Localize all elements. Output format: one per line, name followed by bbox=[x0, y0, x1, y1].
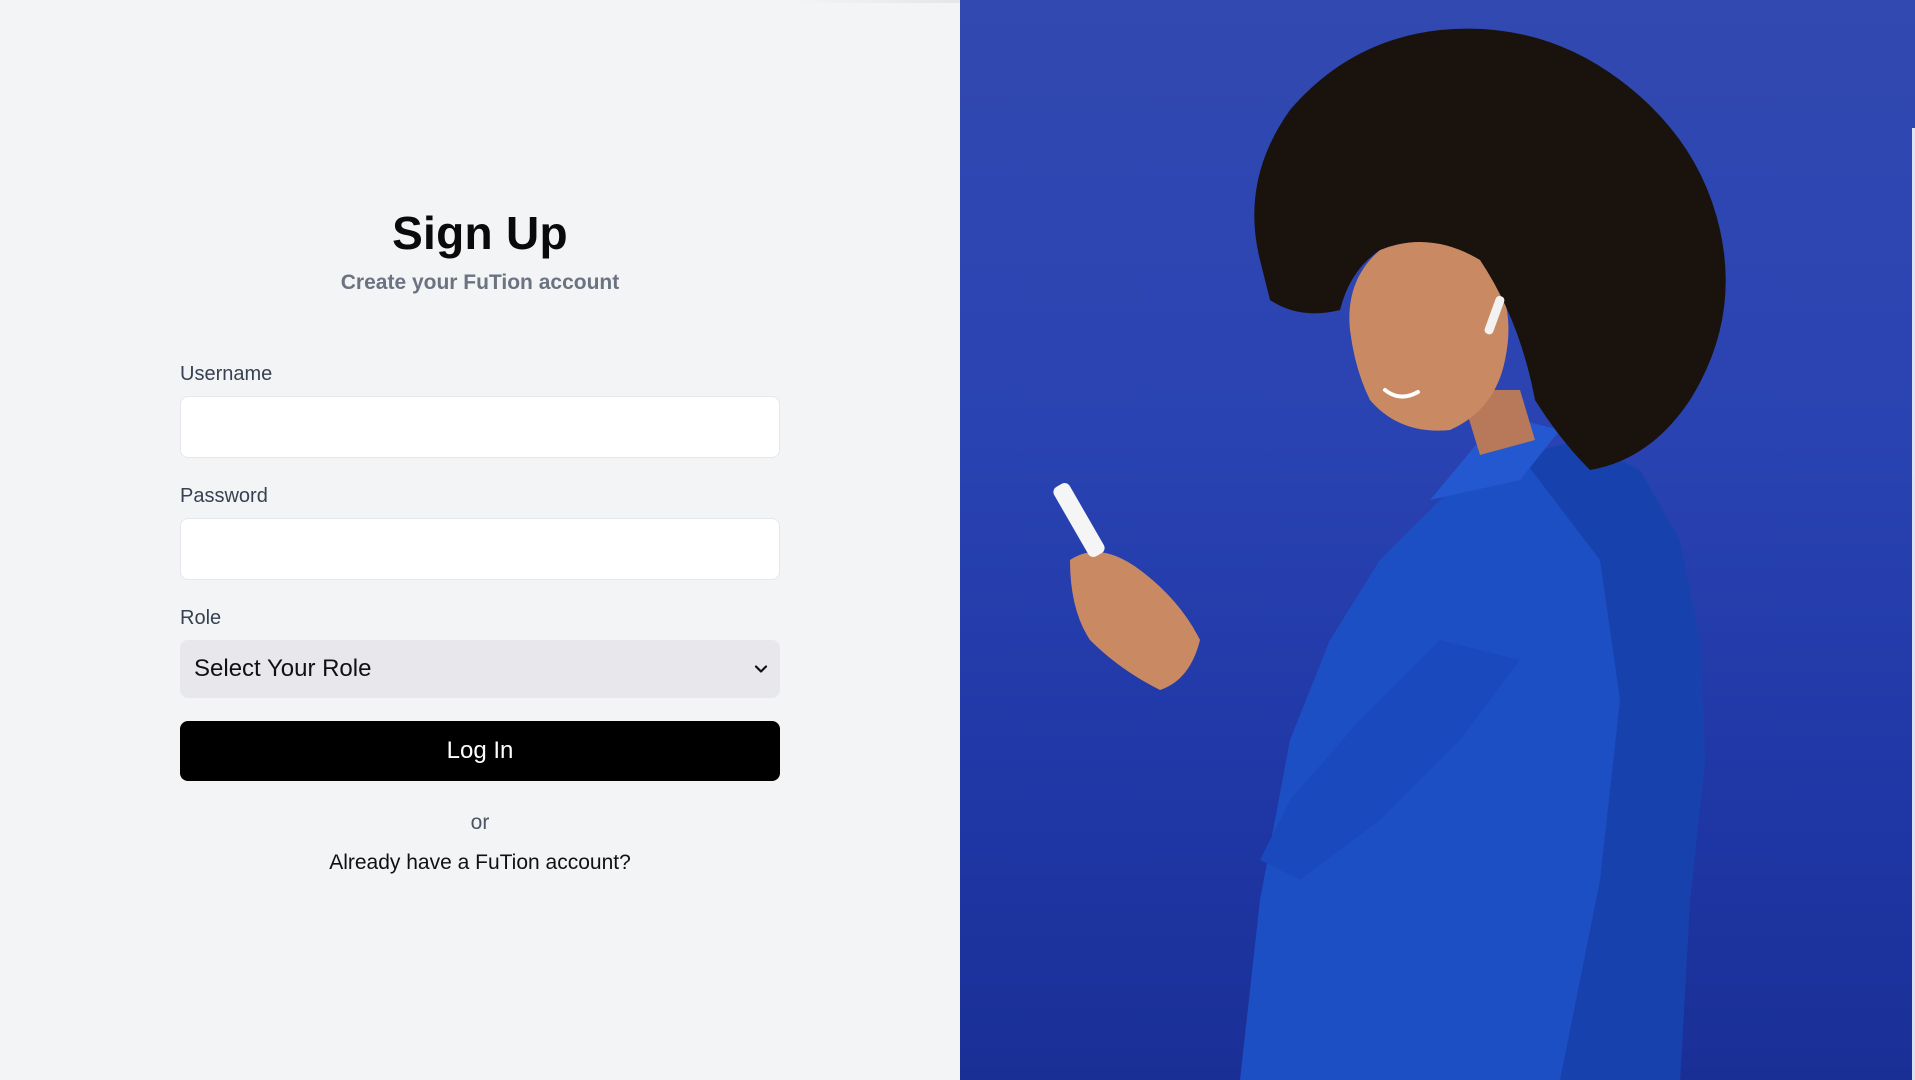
role-group: Role Select Your Role bbox=[180, 607, 780, 698]
username-input[interactable] bbox=[180, 396, 780, 458]
role-select[interactable]: Select Your Role bbox=[180, 640, 780, 698]
page-subtitle: Create your FuTion account bbox=[340, 271, 620, 294]
phone-shape bbox=[1053, 483, 1105, 557]
existing-account-link[interactable]: Already have a FuTion account? bbox=[180, 851, 780, 875]
hero-photo bbox=[1053, 28, 1726, 1080]
login-button[interactable]: Log In bbox=[180, 721, 780, 781]
hands-shape bbox=[1070, 552, 1200, 690]
chevron-down-icon bbox=[754, 665, 768, 673]
face-shape bbox=[1349, 240, 1509, 431]
signup-form: Sign Up Create your FuTion account Usern… bbox=[180, 205, 780, 874]
password-input[interactable] bbox=[180, 518, 780, 580]
or-divider: or bbox=[470, 811, 490, 834]
signup-panel: Sign Up Create your FuTion account Usern… bbox=[0, 0, 960, 1080]
page-title: Sign Up bbox=[392, 207, 568, 259]
username-group: Username bbox=[180, 363, 780, 458]
password-label: Password bbox=[180, 485, 268, 507]
username-label: Username bbox=[180, 363, 273, 385]
top-divider-shadow bbox=[790, 0, 960, 3]
password-group: Password bbox=[180, 485, 780, 580]
hero-image-panel bbox=[960, 0, 1915, 1080]
role-label: Role bbox=[180, 607, 222, 629]
role-select-value: Select Your Role bbox=[194, 655, 372, 682]
